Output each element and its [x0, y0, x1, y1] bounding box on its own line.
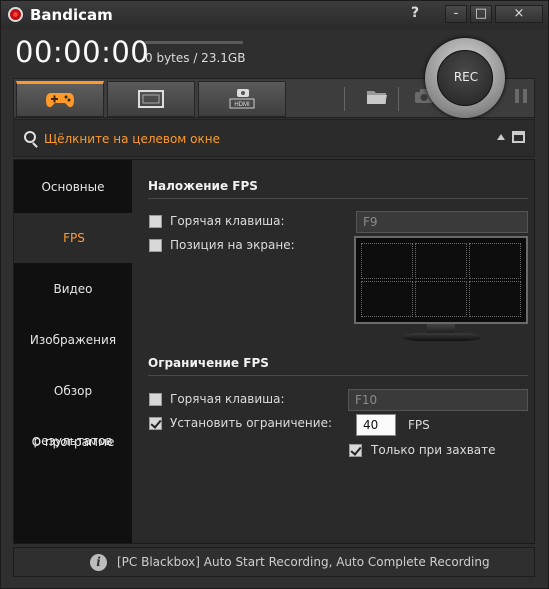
rec-label: REC: [453, 70, 479, 84]
collapse-triangle-icon[interactable]: [497, 134, 505, 140]
tab-game-recording[interactable]: [16, 81, 104, 117]
position-bottom-left[interactable]: [361, 281, 413, 317]
sidebar-item-images[interactable]: Изображения: [14, 315, 132, 365]
status-bar: i [PC Blackbox] Auto Start Recording, Au…: [13, 547, 535, 577]
bandicam-logo-icon: [8, 7, 23, 22]
overlay-hotkey-checkbox[interactable]: [149, 215, 162, 228]
set-limit-label: Установить ограничение:: [170, 416, 332, 430]
fps-limit-input[interactable]: 40: [356, 414, 396, 436]
fps-limit-title: Ограничение FPS: [148, 356, 269, 370]
gamepad-icon: [17, 84, 103, 116]
section-divider: [148, 375, 528, 376]
recording-timer: 00:00:00: [15, 35, 150, 69]
section-divider: [148, 198, 528, 199]
overlay-hotkey-label: Горячая клавиша:: [170, 214, 285, 228]
position-top-center[interactable]: [415, 243, 467, 279]
screen-position-selector: [354, 236, 528, 324]
search-icon: [24, 131, 36, 143]
fps-settings-content: Наложение FPS Горячая клавиша: F9 Позици…: [134, 160, 534, 543]
fps-unit-label: FPS: [408, 418, 430, 432]
window-mode-icon[interactable]: [512, 131, 525, 143]
bandicam-window: Bandicam ? - □ × 00:00:00 0 bytes / 23.1…: [0, 0, 549, 589]
overlay-position-label: Позиция на экране:: [170, 238, 295, 252]
position-top-right[interactable]: [469, 243, 521, 279]
target-window-bar[interactable]: Щёлкните на целевом окне: [13, 119, 535, 157]
minimize-button[interactable]: -: [445, 5, 467, 23]
position-bottom-center[interactable]: [415, 281, 467, 317]
target-window-text: Щёлкните на целевом окне: [44, 132, 220, 146]
position-top-left[interactable]: [361, 243, 413, 279]
sidebar-item-fps[interactable]: FPS: [14, 213, 134, 263]
folder-icon[interactable]: [366, 88, 388, 111]
pause-icon[interactable]: [514, 88, 528, 109]
help-button[interactable]: ?: [411, 5, 419, 21]
file-size-text: 0 bytes / 23.1GB: [145, 51, 246, 65]
hdmi-icon: HDMI: [199, 82, 285, 116]
rec-button-core: REC: [437, 50, 493, 106]
limit-hotkey-checkbox[interactable]: [149, 393, 162, 406]
toolbar-divider: [344, 87, 345, 111]
sidebar-item-general[interactable]: Основные: [14, 162, 132, 212]
file-size-bar: [145, 41, 243, 44]
sidebar-item-about[interactable]: О программе: [14, 417, 132, 467]
fps-overlay-title: Наложение FPS: [148, 179, 258, 193]
settings-sidebar: Основные FPS Видео Изображения Обзор рез…: [14, 160, 134, 543]
hdmi-label: HDMI: [234, 102, 250, 108]
close-button[interactable]: ×: [495, 5, 543, 23]
limit-hotkey-label: Горячая клавиша:: [170, 392, 285, 406]
overlay-position-checkbox[interactable]: [149, 239, 162, 252]
tab-screen-recording[interactable]: [107, 81, 195, 117]
sidebar-item-output-review[interactable]: Обзор результатов: [14, 366, 132, 448]
toolbar-divider: [398, 87, 399, 111]
maximize-button[interactable]: □: [470, 5, 492, 23]
capture-only-checkbox[interactable]: [349, 444, 362, 457]
app-title: Bandicam: [30, 6, 113, 24]
limit-hotkey-field[interactable]: F10: [348, 389, 528, 411]
capture-only-label: Только при захвате: [371, 443, 496, 457]
screen-rect-icon: [108, 82, 194, 116]
monitor-base: [402, 333, 482, 341]
set-limit-checkbox[interactable]: [149, 417, 162, 430]
overlay-hotkey-field[interactable]: F9: [356, 211, 528, 233]
info-icon[interactable]: i: [90, 554, 107, 571]
title-bar[interactable]: Bandicam ? - □ ×: [1, 1, 548, 29]
sidebar-item-video[interactable]: Видео: [14, 264, 132, 314]
status-text[interactable]: [PC Blackbox] Auto Start Recording, Auto…: [117, 555, 490, 569]
settings-panel: Основные FPS Видео Изображения Обзор рез…: [13, 159, 535, 544]
position-bottom-right[interactable]: [469, 281, 521, 317]
tab-device-recording[interactable]: HDMI: [198, 81, 286, 117]
rec-button[interactable]: REC: [425, 38, 505, 118]
